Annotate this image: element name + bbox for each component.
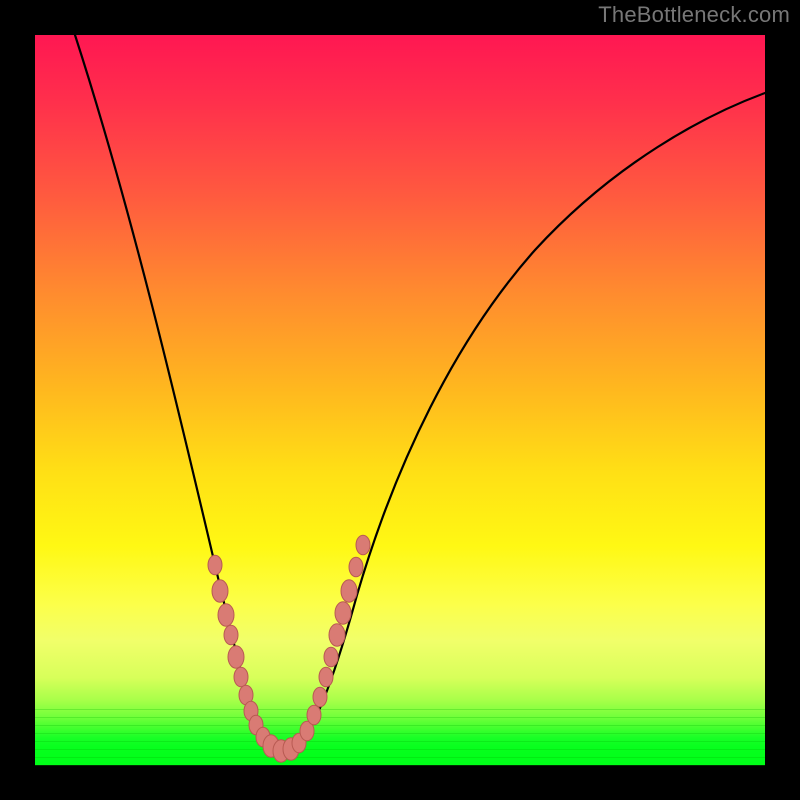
chart-frame: TheBottleneck.com (0, 0, 800, 800)
sample-dot (313, 687, 327, 707)
sample-dot (341, 580, 357, 602)
sample-dot (228, 646, 244, 668)
sample-dot (356, 535, 370, 555)
bottleneck-curve (75, 35, 765, 750)
sample-dot (319, 667, 333, 687)
sample-dots-group (208, 535, 370, 762)
sample-dot (224, 625, 238, 645)
sample-dot (307, 705, 321, 725)
sample-dot (349, 557, 363, 577)
sample-dot (234, 667, 248, 687)
sample-dot (218, 604, 234, 626)
watermark-text: TheBottleneck.com (598, 2, 790, 28)
sample-dot (324, 647, 338, 667)
sample-dot (212, 580, 228, 602)
plot-area (35, 35, 765, 765)
sample-dot (335, 602, 351, 624)
sample-dot (208, 555, 222, 575)
sample-dot (329, 624, 345, 646)
curve-layer (35, 35, 765, 765)
